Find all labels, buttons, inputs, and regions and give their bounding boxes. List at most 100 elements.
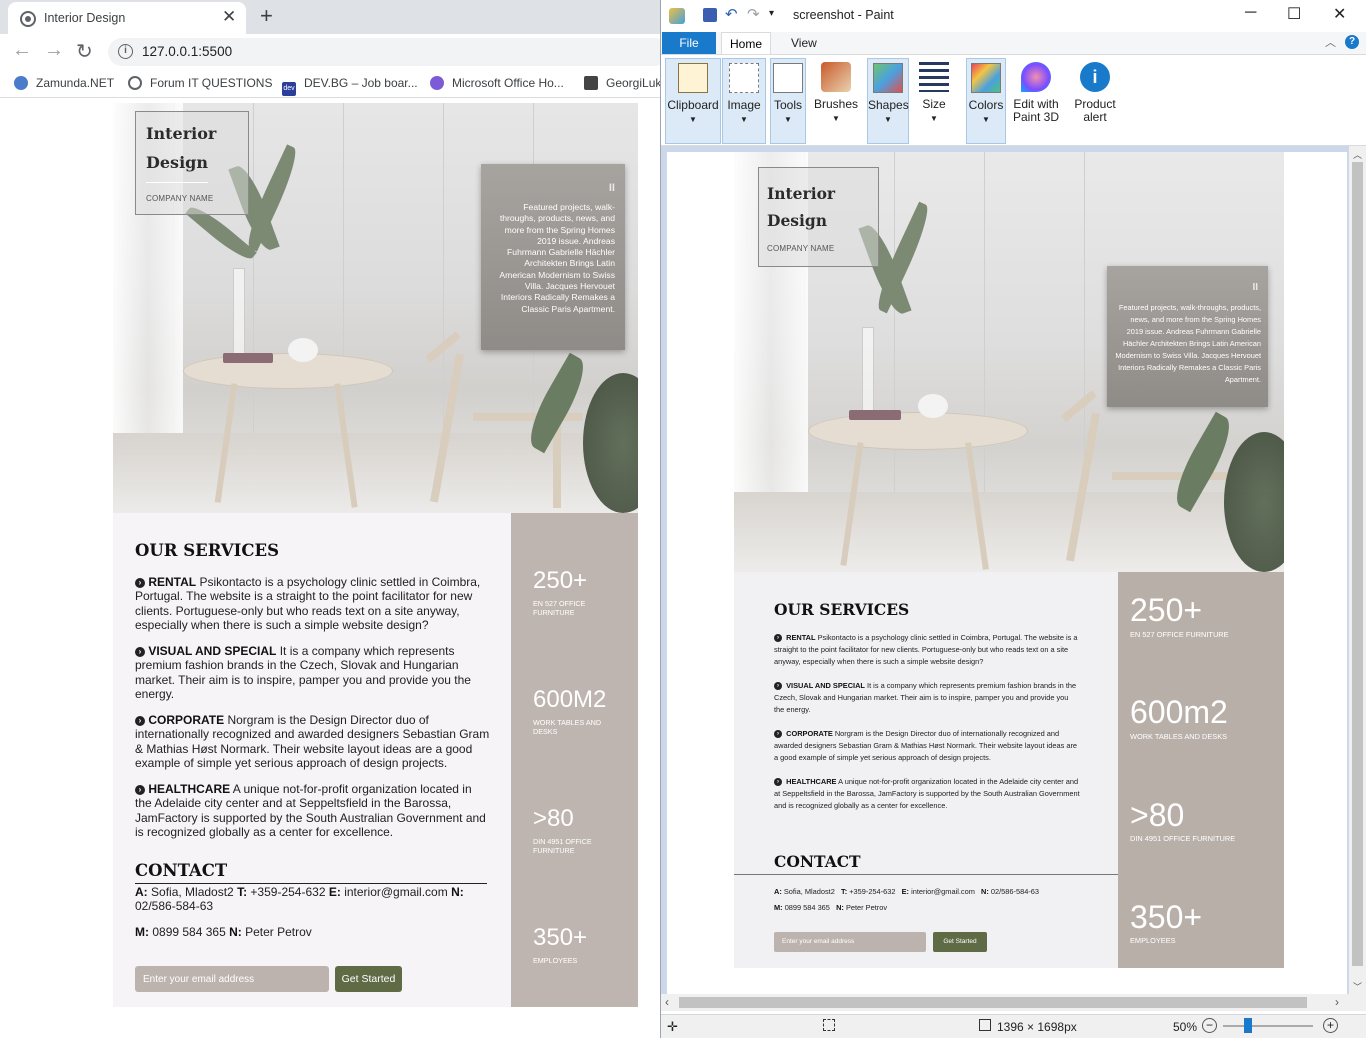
image-canvas[interactable]: Interior Design COMPANY NAME II Featured… <box>667 152 1347 994</box>
scroll-thumb[interactable] <box>1352 162 1363 966</box>
paint-menubar: File Home View ︿ ? <box>661 32 1366 54</box>
website: Interior Design COMPANY NAME II Featured… <box>113 103 638 1007</box>
scroll-down-icon[interactable]: ﹀ <box>1353 980 1362 993</box>
stat-label: EMPLOYEES <box>533 956 578 965</box>
screenshot-image: Interior Design COMPANY NAME II Featured… <box>734 152 1284 968</box>
pencil-icon <box>773 63 803 93</box>
pause-icon[interactable]: II <box>609 182 615 194</box>
maximize-button[interactable]: ☐ <box>1287 4 1301 24</box>
home-tab[interactable]: Home <box>721 32 771 54</box>
contact-line-2: M: 0899 584 365 N: Peter Petrov <box>135 925 312 939</box>
file-tab[interactable]: File <box>662 32 716 54</box>
browser-window: Interior Design ✕ + ← → ↻ i 127.0.0.1:55… <box>0 0 668 1038</box>
colors-group[interactable]: Colors ▼ <box>966 58 1006 144</box>
close-tab-icon[interactable]: ✕ <box>222 7 236 27</box>
url-text: 127.0.0.1:5500 <box>142 44 233 59</box>
services-section: OUR SERVICES › RENTAL Psikontacto is a p… <box>113 513 511 1007</box>
book <box>223 353 273 363</box>
stat-number: 250+ <box>533 567 588 594</box>
bookmark-zamunda[interactable]: Zamunda.NET <box>14 76 114 90</box>
zoom-in-button[interactable]: + <box>1323 1018 1338 1033</box>
scroll-right-icon[interactable]: › <box>1335 995 1339 1009</box>
back-icon[interactable]: ← <box>12 39 32 62</box>
scroll-left-icon[interactable]: ‹ <box>665 995 669 1009</box>
address-bar[interactable]: i 127.0.0.1:5500 <box>108 38 668 66</box>
zoom-level: 50% <box>1173 1020 1198 1034</box>
paint3d-icon <box>1021 62 1051 92</box>
contact-line-1: A: Sofia, Mladost2 T: +359-254-632 E: in… <box>135 885 464 914</box>
get-started-button[interactable]: Get Started <box>335 966 402 992</box>
undo-icon[interactable]: ↶ <box>725 5 738 23</box>
line-size-icon <box>919 62 949 92</box>
featured-box: II Featured projects, walk-throughs, pro… <box>1107 266 1268 407</box>
reload-icon[interactable]: ↻ <box>76 39 93 64</box>
stat-label: EN 527 OFFICE FURNITURE <box>533 599 586 617</box>
vertical-scrollbar[interactable]: ︿ ﹀ <box>1349 146 1366 994</box>
canvas-area: Interior Design COMPANY NAME II Featured… <box>661 146 1366 994</box>
brushes-group[interactable]: Brushes ▼ <box>813 58 859 144</box>
scroll-thumb[interactable] <box>679 997 1307 1008</box>
size-group[interactable]: Size ▼ <box>915 58 953 144</box>
palette-icon <box>971 63 1001 93</box>
stat-number: 600M2 <box>533 686 607 713</box>
logo-box: Interior Design COMPANY NAME <box>758 167 879 267</box>
globe-icon <box>20 11 36 27</box>
bookmark-office[interactable]: Microsoft Office Ho... <box>430 76 564 90</box>
image-size-icon <box>979 1019 991 1031</box>
minimize-button[interactable]: ─ <box>1245 4 1256 22</box>
customize-quick-access-icon[interactable]: ▾ <box>769 8 774 19</box>
arrow-circle-icon: › <box>774 682 782 691</box>
hero-image: Interior Design COMPANY NAME II Featured… <box>113 103 638 513</box>
tab-interior-design[interactable]: Interior Design ✕ <box>8 2 246 34</box>
bookmark-forum[interactable]: Forum IT QUESTIONS <box>128 76 272 90</box>
zoom-out-button[interactable]: − <box>1202 1018 1217 1033</box>
stat-number: 350+ <box>533 924 588 951</box>
image-dimensions: 1396 × 1698px <box>997 1020 1077 1034</box>
stat-label: WORK TABLES AND DESKS <box>533 718 602 736</box>
tab-title: Interior Design <box>44 11 126 25</box>
forward-icon[interactable]: → <box>44 39 64 62</box>
shapes-group[interactable]: Shapes ▼ <box>867 58 909 144</box>
clipboard-icon <box>678 63 708 93</box>
service-visual: › VISUAL AND SPECIAL It is a company whi… <box>135 644 471 702</box>
arrow-circle-icon: › <box>135 646 145 657</box>
tools-group[interactable]: Tools ▼ <box>770 58 806 144</box>
scroll-up-icon[interactable]: ︿ <box>1353 148 1362 161</box>
help-icon[interactable]: ? <box>1345 35 1359 49</box>
stats-column: 250+ EN 527 OFFICE FURNITURE 600M2 WORK … <box>511 513 638 1007</box>
shapes-icon <box>873 63 903 93</box>
stat-label: DIN 4951 OFFICE FURNITURE <box>533 837 592 855</box>
paint-titlebar: ↶ ↷ ▾ screenshot - Paint ─ ☐ ✕ <box>661 0 1366 32</box>
collapse-ribbon-icon[interactable]: ︿ <box>1325 34 1336 50</box>
office-icon <box>430 76 444 90</box>
brush-icon <box>821 62 851 92</box>
save-icon[interactable] <box>703 8 717 22</box>
new-tab-button[interactable]: + <box>260 3 273 29</box>
tab-strip: Interior Design ✕ + <box>0 0 660 34</box>
selection-size-icon <box>823 1019 835 1031</box>
featured-text: Featured projects, walk-throughs, produc… <box>499 202 615 314</box>
image-group[interactable]: Image ▼ <box>722 58 766 144</box>
horizontal-scrollbar[interactable]: ‹ › <box>661 994 1366 1011</box>
service-healthcare: › HEALTHCARE A unique not-for-profit org… <box>135 782 486 840</box>
view-tab[interactable]: View <box>791 36 817 50</box>
edit-paint3d-button[interactable]: Edit with Paint 3D <box>1011 58 1061 144</box>
redo-icon[interactable]: ↷ <box>747 5 760 23</box>
info-icon[interactable]: i <box>118 44 133 59</box>
zoom-slider-thumb[interactable] <box>1244 1018 1252 1033</box>
stat-number: >80 <box>533 805 574 832</box>
zoom-slider-track[interactable] <box>1223 1025 1313 1027</box>
email-input[interactable]: Enter your email address <box>135 966 329 992</box>
round-table <box>183 353 393 389</box>
company-name: COMPANY NAME <box>146 194 214 203</box>
paint-ribbon: Clipboard ▼ Image ▼ Tools ▼ Brushes ▼ Shapes… <box>661 54 1366 146</box>
product-alert-button[interactable]: i Product alert <box>1069 58 1121 144</box>
arrow-circle-icon: › <box>135 715 145 726</box>
close-button[interactable]: ✕ <box>1333 4 1346 24</box>
paint-title: screenshot - Paint <box>793 8 894 22</box>
clipboard-group[interactable]: Clipboard ▼ <box>665 58 721 144</box>
bookmark-devbg[interactable]: dev DEV.BG – Job boar... <box>282 76 418 96</box>
page-icon <box>584 76 598 90</box>
status-bar: ✛ 1396 × 1698px 50% − + <box>661 1014 1366 1038</box>
bookmark-georgiluk[interactable]: GeorgiLuk <box>584 76 661 90</box>
